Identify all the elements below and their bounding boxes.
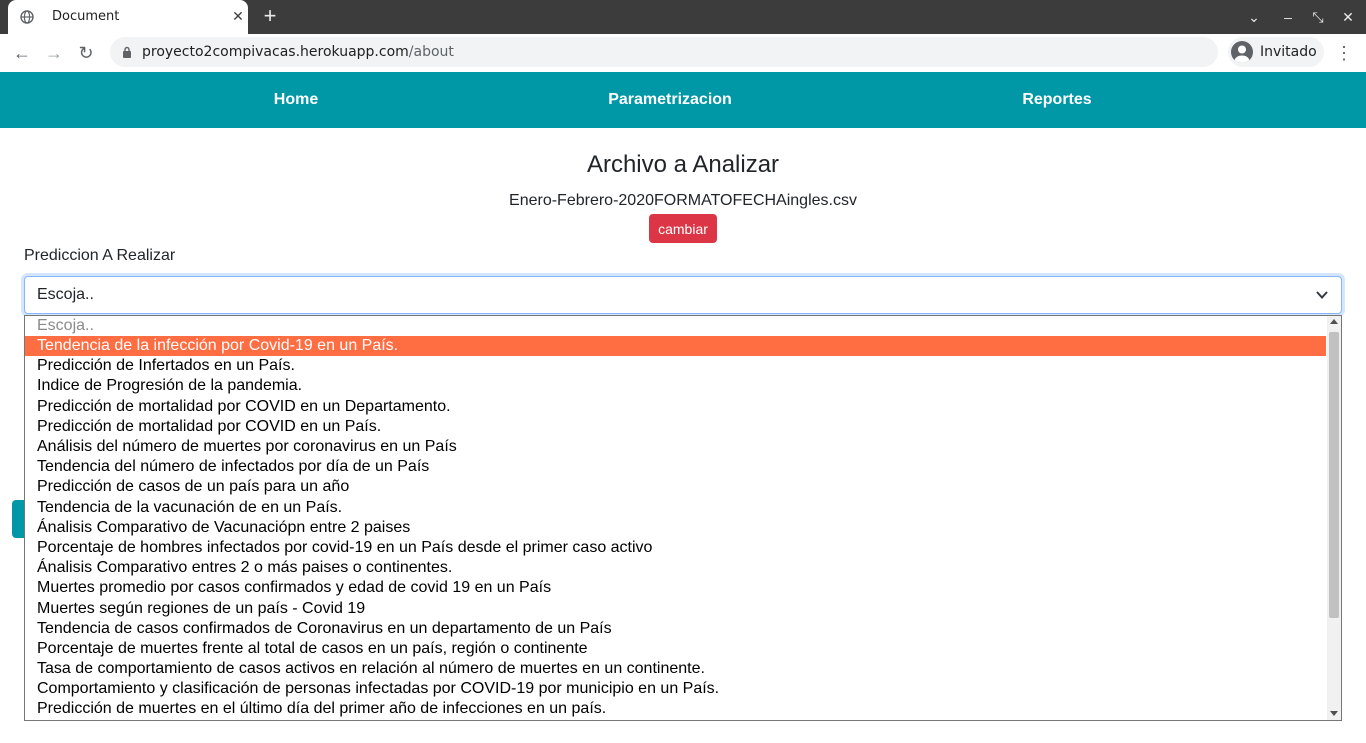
url-path: /about (408, 44, 454, 60)
address-bar[interactable]: proyecto2compivacas.herokuapp.com/about (110, 37, 1218, 67)
select-option[interactable]: Predicción de casos de un país para un a… (25, 477, 1326, 497)
select-option[interactable]: Tendencia de casos confirmados de Corona… (25, 619, 1326, 639)
browser-tab-strip: Document ✕ + ⌄ – ⤡ ✕ (0, 0, 1366, 34)
close-tab-icon[interactable]: ✕ (228, 6, 248, 26)
nav-home[interactable]: Home (274, 91, 318, 109)
select-option[interactable]: Porcentaje de muertes frente al total de… (25, 639, 1326, 659)
select-options-list[interactable]: Escoja.. Tendencia de la infección por C… (24, 315, 1342, 721)
prediction-select[interactable]: Escoja.. (24, 276, 1342, 314)
browser-toolbar: ← → ↻ proyecto2compivacas.herokuapp.com/… (0, 34, 1366, 73)
select-option[interactable]: Análisis del número de muertes por coron… (25, 437, 1326, 457)
globe-icon (20, 10, 34, 24)
chevron-down-icon (1316, 291, 1328, 299)
change-file-button[interactable]: cambiar (649, 214, 717, 243)
avatar-icon (1231, 41, 1253, 63)
select-option[interactable]: Predicción de mortalidad por COVID en un… (25, 417, 1326, 437)
dropdown-scrollbar[interactable] (1327, 316, 1341, 720)
new-tab-button[interactable]: + (258, 5, 282, 29)
lock-icon (123, 46, 131, 58)
select-option[interactable]: Tendencia de la vacunación de en un País… (25, 498, 1326, 518)
scroll-down-arrow-icon[interactable] (1330, 711, 1338, 716)
url-host: proyecto2compivacas.herokuapp.com (142, 44, 409, 60)
profile-button[interactable]: Invitado (1228, 37, 1324, 67)
maximize-icon[interactable]: ⤡ (1308, 7, 1328, 27)
select-option[interactable]: Tasa de comportamiento de casos activos … (25, 659, 1326, 679)
prediction-label: Prediccion A Realizar (24, 247, 176, 264)
page-title: Archivo a Analizar (586, 151, 780, 178)
select-option[interactable]: Comportamiento y clasificación de person… (25, 679, 1326, 699)
url-text: proyecto2compivacas.herokuapp.com/about (142, 44, 454, 60)
select-option[interactable]: Muertes promedio por casos confirmados y… (25, 578, 1326, 598)
file-name: Enero-Febrero-2020FORMATOFECHAingles.csv (509, 192, 857, 209)
forward-arrow-icon[interactable]: → (41, 40, 67, 66)
browser-menu-icon[interactable]: ⋮ (1334, 40, 1354, 66)
select-option[interactable]: Ánalisis Comparativo de Vacunaciópn entr… (25, 518, 1326, 538)
select-value: Escoja.. (37, 286, 94, 303)
select-option[interactable]: Predicción de mortalidad por COVID en un… (25, 397, 1326, 417)
select-option[interactable]: Ánalisis Comparativo entres 2 o más pais… (25, 558, 1326, 578)
scroll-thumb[interactable] (1329, 332, 1339, 618)
app-navbar: Home Parametrizacion Reportes (0, 72, 1366, 128)
nav-reportes[interactable]: Reportes (1022, 91, 1091, 109)
select-option[interactable]: Tendencia del número de infectados por d… (25, 457, 1326, 477)
tab-title: Document (52, 9, 120, 24)
back-arrow-icon[interactable]: ← (9, 40, 35, 66)
select-option[interactable]: Predicción de muertes en el último día d… (25, 699, 1326, 719)
scroll-up-arrow-icon[interactable] (1330, 319, 1338, 324)
select-option[interactable]: Predicción de Infertados en un País. (25, 356, 1326, 376)
select-option-highlighted[interactable]: Tendencia de la infección por Covid-19 e… (25, 336, 1326, 356)
tab-search-icon[interactable]: ⌄ (1244, 7, 1264, 27)
minimize-icon[interactable]: – (1278, 7, 1298, 27)
close-window-icon[interactable]: ✕ (1338, 7, 1358, 27)
browser-tab[interactable]: Document ✕ (8, 0, 248, 34)
select-option[interactable]: Porcentaje de hombres infectados por cov… (25, 538, 1326, 558)
select-option[interactable]: Indice de Progresión de la pandemia. (25, 376, 1326, 396)
reload-icon[interactable]: ↻ (73, 40, 99, 66)
nav-parametrizacion[interactable]: Parametrizacion (608, 91, 732, 109)
profile-label: Invitado (1260, 44, 1317, 60)
select-option[interactable]: Muertes según regiones de un país - Covi… (25, 599, 1326, 619)
select-option[interactable]: Escoja.. (25, 316, 1326, 336)
